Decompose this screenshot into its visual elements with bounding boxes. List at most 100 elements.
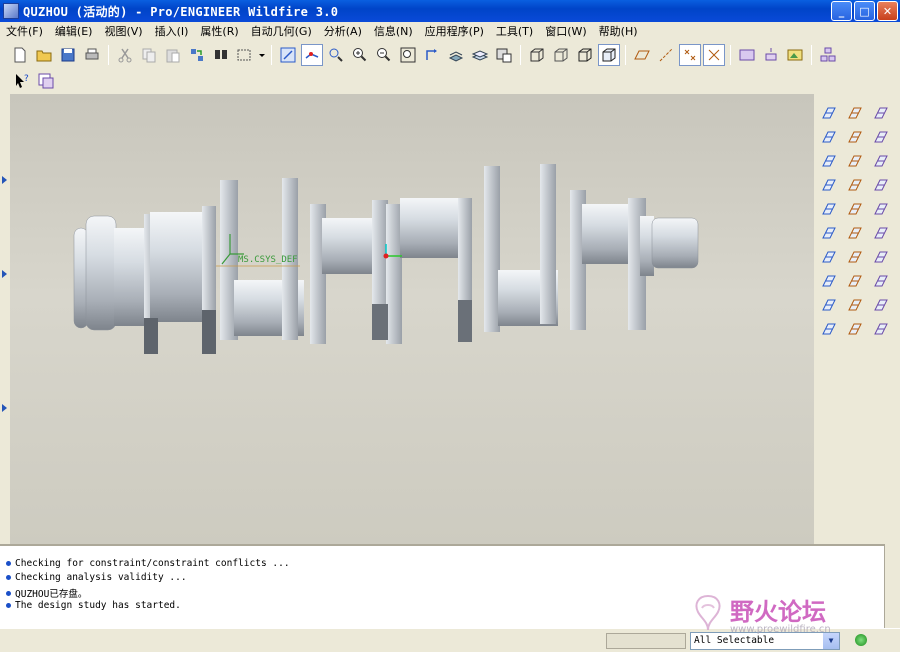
shading-icon[interactable] — [598, 44, 620, 66]
save-icon[interactable] — [57, 44, 79, 66]
secondary-toolbar: ? — [0, 68, 900, 94]
refit-icon[interactable] — [397, 44, 419, 66]
cross-icon[interactable] — [870, 198, 892, 220]
datum-points-icon[interactable] — [679, 44, 701, 66]
draft-icon[interactable] — [844, 246, 866, 268]
web-edge — [144, 318, 158, 354]
menu-auto-geometry[interactable]: 自动几何(G) — [245, 23, 318, 39]
paste-icon[interactable] — [162, 44, 184, 66]
expand-arrow-icon[interactable] — [2, 176, 7, 184]
menu-file[interactable]: 文件(F) — [0, 23, 49, 39]
new-file-icon[interactable] — [9, 44, 31, 66]
sweep-icon[interactable] — [818, 246, 840, 268]
find-icon[interactable] — [210, 44, 232, 66]
cosmetic-icon[interactable] — [844, 126, 866, 148]
crank-web-10 — [540, 164, 556, 324]
menu-applications[interactable]: 应用程序(P) — [419, 23, 490, 39]
menu-view[interactable]: 视图(V) — [98, 23, 148, 39]
print-icon[interactable] — [81, 44, 103, 66]
datum-curve-icon[interactable] — [870, 150, 892, 172]
hidden-line-icon[interactable] — [550, 44, 572, 66]
zoom-in-icon[interactable] — [349, 44, 371, 66]
datum-point-icon[interactable] — [818, 150, 840, 172]
shell-icon[interactable] — [844, 198, 866, 220]
blend-icon[interactable] — [818, 270, 840, 292]
menu-insert[interactable]: 插入(I) — [149, 23, 195, 39]
extrude-icon[interactable] — [818, 198, 840, 220]
appearance-icon[interactable] — [784, 44, 806, 66]
expand-arrow-icon[interactable] — [2, 270, 7, 278]
zoom-out-icon[interactable] — [373, 44, 395, 66]
maximize-button[interactable]: □ — [854, 1, 875, 21]
revolve-icon[interactable] — [818, 222, 840, 244]
orient-mode-icon[interactable] — [325, 44, 347, 66]
shaft-end — [651, 217, 699, 269]
flexible-icon[interactable] — [844, 294, 866, 316]
selection-box-icon[interactable] — [234, 44, 256, 66]
left-splitter[interactable] — [0, 94, 10, 544]
trim-icon[interactable] — [870, 318, 892, 340]
toolbar-separator — [271, 45, 272, 65]
menu-tools[interactable]: 工具(T) — [490, 23, 539, 39]
minimize-button[interactable]: _ — [831, 1, 852, 21]
crank-web-7 — [386, 204, 402, 344]
saved-views-icon[interactable] — [445, 44, 467, 66]
merge-icon[interactable] — [844, 318, 866, 340]
layers-icon[interactable] — [469, 44, 491, 66]
info-bullet-icon — [6, 590, 11, 596]
sweep-curve-icon[interactable] — [870, 174, 892, 196]
datum-planes-icon[interactable] — [631, 44, 653, 66]
helix-icon[interactable] — [870, 270, 892, 292]
menu-window[interactable]: 窗口(W) — [539, 23, 592, 39]
open-folder-icon[interactable] — [33, 44, 55, 66]
surface-icon[interactable] — [818, 318, 840, 340]
warp-icon[interactable] — [818, 294, 840, 316]
assembly-icon[interactable] — [817, 44, 839, 66]
main-toolbar — [0, 42, 900, 68]
menu-properties[interactable]: 属性(R) — [194, 23, 244, 39]
round-icon[interactable] — [844, 150, 866, 172]
pattern-icon[interactable] — [844, 222, 866, 244]
spin-center-icon[interactable] — [301, 44, 323, 66]
repaint-icon[interactable] — [277, 44, 299, 66]
reorient-icon[interactable] — [421, 44, 443, 66]
mirror-icon[interactable] — [844, 174, 866, 196]
copy-icon[interactable] — [138, 44, 160, 66]
close-button[interactable]: ✕ — [877, 1, 898, 21]
toolbar-separator — [520, 45, 521, 65]
crank-web-9 — [484, 166, 500, 332]
regenerate-icon[interactable] — [186, 44, 208, 66]
menu-help[interactable]: 帮助(H) — [593, 23, 644, 39]
no-hidden-icon[interactable] — [574, 44, 596, 66]
csys-icon[interactable] — [818, 174, 840, 196]
graphics-window[interactable]: MS.CSYS_DEF — [10, 94, 814, 544]
app-icon[interactable] — [3, 3, 19, 19]
chamfer-icon[interactable] — [870, 246, 892, 268]
menu-analysis[interactable]: 分析(A) — [318, 23, 368, 39]
view-manager-icon[interactable] — [493, 44, 515, 66]
rib-icon[interactable] — [844, 270, 866, 292]
watermark-url: www.proewildfire.cn — [730, 624, 831, 635]
sketch-icon[interactable] — [35, 70, 57, 92]
bom-icon[interactable] — [760, 44, 782, 66]
crankshaft-model[interactable]: MS.CSYS_DEF — [10, 94, 814, 544]
message-line: QUZHOU已存盘。 — [6, 586, 87, 600]
hole-icon[interactable] — [870, 222, 892, 244]
chevron-down-icon[interactable] — [258, 44, 266, 66]
sketch-curve-icon[interactable] — [870, 102, 892, 124]
context-help-icon[interactable]: ? — [11, 70, 33, 92]
wireframe-icon[interactable] — [526, 44, 548, 66]
datum-plane-offset-icon[interactable] — [870, 126, 892, 148]
cut-icon[interactable] — [114, 44, 136, 66]
model-tree-icon[interactable] — [736, 44, 758, 66]
analysis-feature-icon[interactable] — [844, 102, 866, 124]
datum-axes-icon[interactable] — [655, 44, 677, 66]
menu-info[interactable]: 信息(N) — [368, 23, 419, 39]
copy-icon[interactable] — [870, 294, 892, 316]
expand-arrow-icon[interactable] — [2, 404, 7, 412]
datum-plane-icon[interactable] — [818, 102, 840, 124]
datum-axis-icon[interactable] — [818, 126, 840, 148]
web-edge — [458, 300, 472, 342]
datum-csys-icon[interactable] — [703, 44, 725, 66]
menu-edit[interactable]: 编辑(E) — [49, 23, 99, 39]
